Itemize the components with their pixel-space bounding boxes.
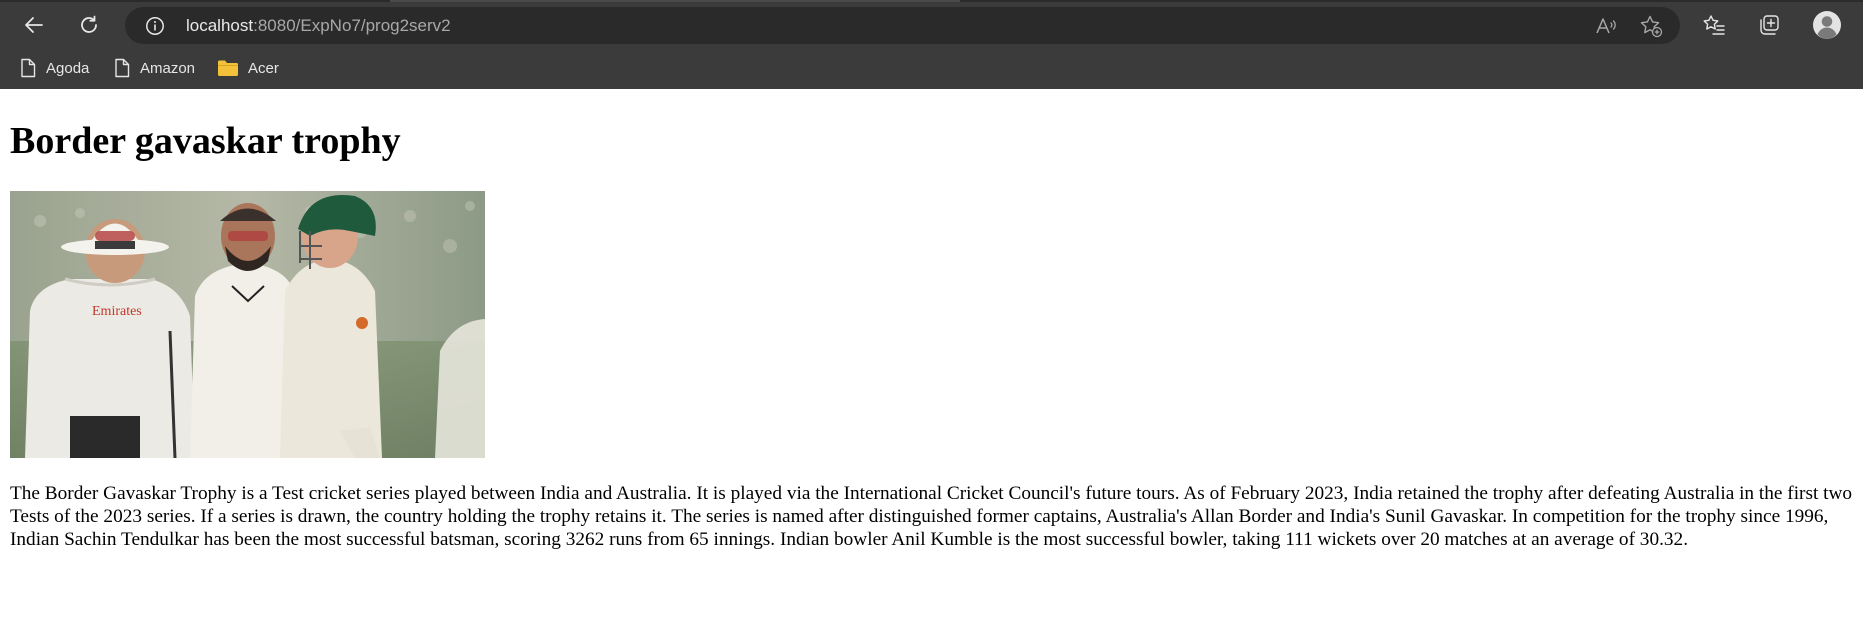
- bookmark-label: Acer: [248, 59, 279, 77]
- photo-illustration: Emirates: [10, 191, 485, 458]
- address-bar[interactable]: localhost:8080/ExpNo7/prog2serv2: [125, 7, 1680, 44]
- profile-button[interactable]: [1810, 8, 1844, 42]
- page-icon: [21, 58, 36, 78]
- add-favorite-button[interactable]: [1638, 13, 1664, 39]
- browser-chrome: localhost:8080/ExpNo7/prog2serv2 Agoda A…: [0, 0, 1863, 89]
- url-path: :8080/ExpNo7/prog2serv2: [253, 16, 451, 35]
- avatar-icon: [1813, 11, 1841, 39]
- description-paragraph: The Border Gavaskar Trophy is a Test cri…: [10, 483, 1853, 551]
- url-text[interactable]: localhost:8080/ExpNo7/prog2serv2: [186, 15, 451, 36]
- refresh-icon: [81, 15, 97, 33]
- read-aloud-button[interactable]: [1594, 13, 1620, 39]
- back-button[interactable]: [17, 8, 51, 42]
- bookmark-label: Agoda: [46, 59, 90, 77]
- page-icon: [115, 58, 130, 78]
- folder-icon: [218, 60, 238, 76]
- bookmark-label: Amazon: [140, 59, 196, 77]
- refresh-button[interactable]: [72, 8, 106, 42]
- page-heading: Border gavaskar trophy: [10, 120, 401, 162]
- bookmark-amazon[interactable]: Amazon: [107, 55, 201, 81]
- emirates-logo-text: Emirates: [92, 304, 142, 319]
- bookmark-agoda[interactable]: Agoda: [13, 55, 95, 81]
- collections-button[interactable]: [1752, 8, 1786, 42]
- url-host: localhost: [186, 16, 254, 35]
- back-arrow-icon: [25, 17, 43, 33]
- favorites-list-icon: [1703, 15, 1725, 35]
- cricket-players-image: Emirates: [10, 191, 485, 458]
- star-add-icon: [1640, 15, 1663, 38]
- web-page: Border gavaskar trophy Emirates The Bord…: [0, 89, 1863, 636]
- site-info-icon[interactable]: [145, 16, 165, 36]
- read-aloud-icon: [1596, 18, 1616, 34]
- browser-toolbar: localhost:8080/ExpNo7/prog2serv2: [0, 2, 1863, 48]
- bookmarks-bar: Agoda Amazon Acer: [0, 48, 1863, 89]
- collections-icon: [1760, 15, 1779, 35]
- bookmark-folder-acer[interactable]: Acer: [211, 55, 285, 81]
- favorites-button[interactable]: [1697, 8, 1731, 42]
